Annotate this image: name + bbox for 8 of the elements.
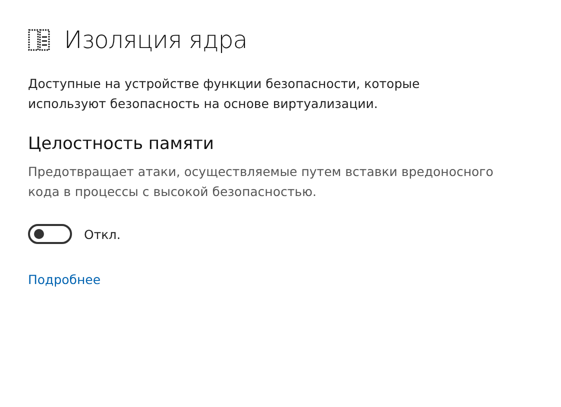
page-description: Доступные на устройстве функции безопасности, которые используют безопасность на основе виртуализации. — [28, 75, 421, 113]
toggle-label: Откл. — [84, 226, 121, 242]
more-info-link[interactable]: Подробнее — [28, 272, 101, 287]
isolation-icon — [28, 29, 50, 51]
toggle-switch[interactable] — [28, 224, 72, 244]
section-description: Предотвращает атаки, осуществляемые путем вставки вредоносного кода в процессы с высокой безопасностью. — [28, 163, 494, 201]
section-title: Целостность памяти — [28, 134, 215, 154]
page-title: Изоляция ядра — [64, 26, 248, 54]
